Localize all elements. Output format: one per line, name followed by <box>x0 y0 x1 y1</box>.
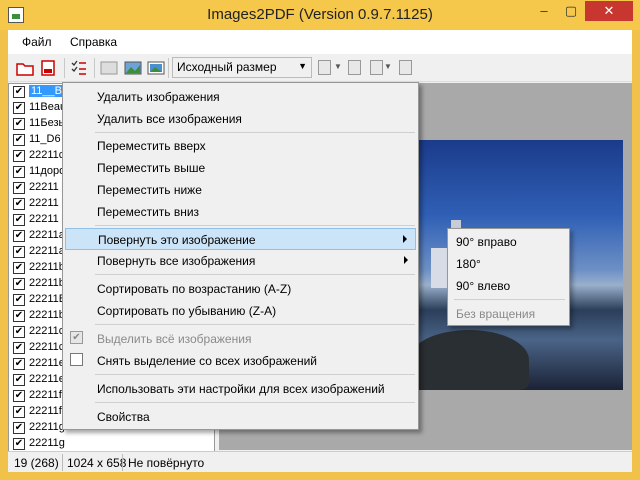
checkbox[interactable]: ✔ <box>13 102 25 114</box>
checkbox[interactable]: ✔ <box>13 230 25 242</box>
minimize-button[interactable]: – <box>531 1 557 21</box>
checkbox[interactable]: ✔ <box>13 294 25 306</box>
checkbox[interactable]: ✔ <box>13 86 25 98</box>
menu-rotate-this[interactable]: Повернуть это изображение <box>65 228 416 250</box>
submenu-arrow-icon <box>403 235 407 243</box>
status-dimensions: 1024 x 658 <box>67 456 127 470</box>
checkbox[interactable]: ✔ <box>13 342 25 354</box>
close-button[interactable]: ✕ <box>585 1 633 21</box>
status-separator <box>62 454 63 471</box>
menu-delete-image[interactable]: Удалить изображения <box>65 86 416 108</box>
menu-deselect-all[interactable]: Снять выделение со всех изображений <box>65 350 416 372</box>
menu-apply-all[interactable]: Использовать эти настройки для всех изоб… <box>65 378 416 400</box>
menu-sort-desc[interactable]: Сортировать по убыванию (Z-A) <box>65 300 416 322</box>
rotate-right-item[interactable]: 90° вправо <box>456 235 517 249</box>
menu-help[interactable]: Справка <box>70 35 117 49</box>
checkbox[interactable]: ✔ <box>13 246 25 258</box>
chevron-down-icon: ▼ <box>298 61 307 71</box>
menu-sort-asc[interactable]: Сортировать по возрастанию (A-Z) <box>65 278 416 300</box>
checkbox[interactable]: ✔ <box>13 278 25 290</box>
status-separator <box>122 454 123 471</box>
checkbox[interactable]: ✔ <box>13 134 25 146</box>
menu-separator <box>95 374 415 375</box>
menu-properties[interactable]: Свойства <box>65 406 416 428</box>
image-gray-icon[interactable] <box>100 59 118 77</box>
menu-delete-all[interactable]: Удалить все изображения <box>65 108 416 130</box>
open-folder-icon[interactable] <box>16 59 34 77</box>
image-landscape-icon[interactable] <box>124 59 142 77</box>
checkbox[interactable]: ✔ <box>13 214 25 226</box>
status-rotation: Не повёрнуто <box>128 456 205 470</box>
checkbox[interactable]: ✔ <box>13 150 25 162</box>
menu-move-top[interactable]: Переместить вверх <box>65 135 416 157</box>
rock-shape <box>409 330 529 390</box>
maximize-button[interactable]: ▢ <box>558 1 584 21</box>
color-box[interactable] <box>318 60 331 75</box>
context-menu: Удалить изображения Удалить все изображе… <box>62 82 419 430</box>
checkbox[interactable]: ✔ <box>13 198 25 210</box>
rotate-left-item[interactable]: 90° влево <box>456 279 510 293</box>
checkbox[interactable]: ✔ <box>13 438 25 450</box>
page-size-select[interactable]: Исходный размер ▼ <box>172 57 312 78</box>
margin-box[interactable] <box>348 60 361 75</box>
menu-move-down[interactable]: Переместить ниже <box>65 179 416 201</box>
checkbox[interactable]: ✔ <box>13 374 25 386</box>
menu-select-all[interactable]: ✔ Выделить всё изображения <box>65 328 416 350</box>
submenu-arrow-icon <box>404 256 408 264</box>
menu-separator <box>95 225 415 226</box>
checkbox[interactable]: ✔ <box>13 406 25 418</box>
menu-bar: Файл Справка <box>8 30 632 54</box>
checkbox-empty-icon <box>70 353 83 366</box>
title-bar[interactable]: Images2PDF (Version 0.9.7.1125) – ▢ ✕ <box>0 0 640 30</box>
menu-file[interactable]: Файл <box>22 35 52 49</box>
save-pdf-icon[interactable] <box>40 59 58 77</box>
rotate-none-item[interactable]: Без вращения <box>456 307 535 321</box>
chevron-down-icon[interactable]: ▼ <box>384 62 392 71</box>
menu-separator <box>95 402 415 403</box>
toolbar-separator <box>94 58 95 78</box>
menu-rotate-all[interactable]: Повернуть все изображения <box>65 250 416 272</box>
rotate-submenu: 90° вправо 180° 90° влево Без вращения <box>447 228 570 326</box>
menu-separator <box>95 274 415 275</box>
menu-separator <box>95 132 415 133</box>
page-size-value: Исходный размер <box>177 60 277 74</box>
toolbar-separator <box>168 58 169 78</box>
submenu-separator <box>454 299 565 300</box>
checkbox[interactable]: ✔ <box>13 390 25 402</box>
check-icon: ✔ <box>70 331 83 344</box>
extra-box[interactable] <box>399 60 412 75</box>
checkbox[interactable]: ✔ <box>13 182 25 194</box>
checkbox[interactable]: ✔ <box>13 310 25 322</box>
menu-move-up[interactable]: Переместить выше <box>65 157 416 179</box>
checkbox[interactable]: ✔ <box>13 166 25 178</box>
rotate-180-item[interactable]: 180° <box>456 257 481 271</box>
toolbar: Исходный размер ▼ ▼ ▼ <box>8 54 632 82</box>
checklist-icon[interactable] <box>70 59 88 77</box>
image-color-icon[interactable] <box>147 59 165 77</box>
checkbox[interactable]: ✔ <box>13 262 25 274</box>
checkbox[interactable]: ✔ <box>13 326 25 338</box>
menu-separator <box>95 324 415 325</box>
chevron-down-icon[interactable]: ▼ <box>334 62 342 71</box>
checkbox[interactable]: ✔ <box>13 118 25 130</box>
list-item[interactable]: ✔ 22211g <box>11 436 211 452</box>
checkbox[interactable]: ✔ <box>13 422 25 434</box>
status-bar: 19 (268) 1024 x 658 Не повёрнуто <box>8 451 632 472</box>
orientation-box[interactable] <box>370 60 383 75</box>
toolbar-separator <box>64 58 65 78</box>
status-count: 19 (268) <box>14 456 59 470</box>
menu-move-bottom[interactable]: Переместить вниз <box>65 201 416 223</box>
checkbox[interactable]: ✔ <box>13 358 25 370</box>
